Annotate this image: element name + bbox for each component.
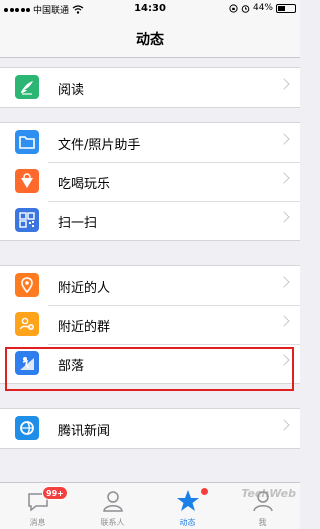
tab-label: 联系人 bbox=[100, 518, 125, 527]
list-item-nearby-people[interactable]: 附近的人 bbox=[0, 266, 300, 305]
chevron-right-icon bbox=[278, 211, 290, 223]
chevron-right-icon bbox=[278, 419, 290, 431]
battery-fill bbox=[278, 5, 286, 11]
chevron-right-icon bbox=[278, 276, 290, 288]
battery-percent: 44% bbox=[252, 3, 273, 13]
nav-bar: 动态 bbox=[0, 18, 300, 58]
chevron-right-icon bbox=[278, 354, 290, 366]
tab-activity[interactable]: 动态 bbox=[150, 483, 225, 529]
item-label: 扫一扫 bbox=[58, 216, 98, 231]
unread-badge: 99+ bbox=[42, 486, 68, 500]
folder-icon bbox=[15, 130, 39, 154]
tab-contacts[interactable]: 联系人 bbox=[75, 483, 150, 529]
chevron-right-icon bbox=[278, 172, 290, 184]
alarm-icon bbox=[241, 4, 250, 13]
item-label: 部落 bbox=[58, 359, 85, 374]
item-label: 附近的群 bbox=[58, 320, 111, 335]
list-item-file-photo-assistant[interactable]: 文件/照片助手 bbox=[0, 123, 300, 162]
item-label: 腾讯新闻 bbox=[58, 424, 111, 439]
list-item-scan[interactable]: 扫一扫 bbox=[0, 201, 300, 240]
food-icon bbox=[15, 169, 39, 193]
list-item-tribe[interactable]: 部落 bbox=[0, 344, 300, 383]
qr-scan-icon bbox=[15, 208, 39, 232]
group-people-icon bbox=[15, 312, 39, 336]
item-label: 吃喝玩乐 bbox=[58, 177, 111, 192]
watermark: TechWeb bbox=[241, 487, 296, 500]
news-icon bbox=[15, 416, 39, 440]
item-label: 阅读 bbox=[58, 83, 85, 98]
reading-icon bbox=[15, 75, 39, 99]
list-item-nearby-groups[interactable]: 附近的群 bbox=[0, 305, 300, 344]
tab-messages[interactable]: 99+ 消息 bbox=[0, 483, 75, 529]
notification-dot bbox=[201, 488, 208, 495]
tribe-icon bbox=[15, 351, 39, 375]
group-reading: 阅读 bbox=[0, 67, 300, 108]
group-tools: 文件/照片助手 吃喝玩乐 扫一扫 bbox=[0, 122, 300, 241]
group-nearby: 附近的人 附近的群 部落 bbox=[0, 265, 300, 384]
person-icon bbox=[103, 491, 123, 512]
chevron-right-icon bbox=[278, 133, 290, 145]
tab-label: 我 bbox=[258, 518, 267, 527]
item-label: 附近的人 bbox=[58, 281, 111, 296]
list-item-tencent-news[interactable]: 腾讯新闻 bbox=[0, 409, 300, 448]
location-pin-icon bbox=[15, 273, 39, 297]
battery-icon bbox=[276, 3, 296, 13]
list-item-reading[interactable]: 阅读 bbox=[0, 68, 300, 107]
chevron-right-icon bbox=[278, 315, 290, 327]
list-item-food-fun[interactable]: 吃喝玩乐 bbox=[0, 162, 300, 201]
group-news: 腾讯新闻 bbox=[0, 408, 300, 449]
star-icon bbox=[177, 490, 199, 511]
tab-label: 消息 bbox=[29, 518, 46, 527]
page-title: 动态 bbox=[136, 32, 164, 48]
status-right: 44% bbox=[229, 3, 296, 13]
item-label: 文件/照片助手 bbox=[58, 138, 141, 153]
tab-label: 动态 bbox=[179, 518, 196, 527]
status-bar: 中国联通 14:30 44% bbox=[0, 0, 300, 18]
orientation-lock-icon bbox=[229, 3, 238, 13]
chevron-right-icon bbox=[278, 78, 290, 90]
